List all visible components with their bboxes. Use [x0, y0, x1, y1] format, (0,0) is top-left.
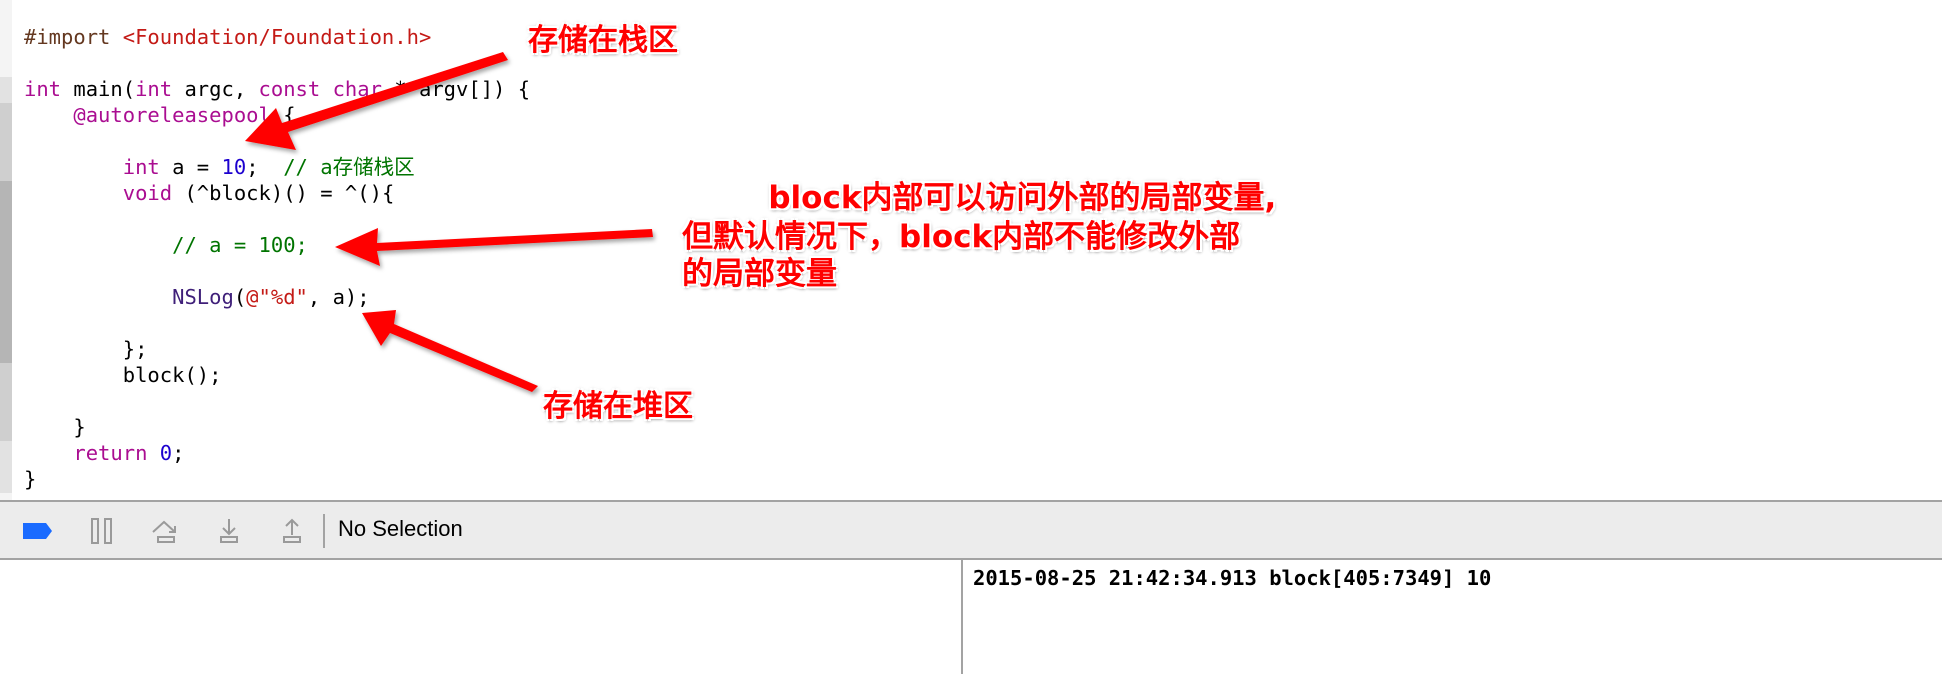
- code-token: void: [122, 181, 173, 205]
- debug-bar: No Selection: [0, 500, 1942, 560]
- code-token: ;: [172, 441, 185, 465]
- code-line[interactable]: }: [24, 466, 530, 492]
- code-token: (: [233, 285, 247, 309]
- code-token: 0: [159, 441, 173, 465]
- code-line[interactable]: [24, 310, 530, 336]
- step-over-button[interactable]: [149, 514, 183, 548]
- scope-gutter: [0, 0, 12, 500]
- heap-label: 存储在堆区: [543, 389, 693, 424]
- code-token: main(: [61, 77, 136, 101]
- code-token: NSLog: [172, 285, 234, 309]
- selection-label: No Selection: [338, 516, 463, 541]
- code-token: block();: [24, 363, 222, 387]
- code-token: // a = 100;: [172, 233, 308, 257]
- code-line[interactable]: [24, 50, 530, 76]
- pause-icon: [91, 518, 112, 544]
- code-token: (^block)() = ^(){: [172, 181, 395, 205]
- code-token: char: [332, 77, 382, 101]
- breakpoint-toggle-icon: [23, 523, 52, 539]
- code-token: a =: [159, 155, 222, 179]
- code-token: // a存储栈区: [283, 155, 415, 179]
- step-out-icon: [283, 518, 301, 543]
- variables-view[interactable]: [0, 560, 961, 674]
- code-token: @autoreleasepool: [73, 103, 271, 127]
- code-line[interactable]: }: [24, 414, 530, 440]
- console-line: 2015-08-25 21:42:34.913 block[405:7349] …: [973, 566, 1492, 590]
- code-token: {: [270, 103, 296, 127]
- code-line[interactable]: return 0;: [24, 440, 530, 466]
- code-line[interactable]: block();: [24, 362, 530, 388]
- note-line-1: block内部可以访问外部的局部变量,: [682, 180, 1277, 216]
- code-token: <Foundation/Foundation.h>: [122, 25, 432, 49]
- step-over-icon: [152, 520, 176, 543]
- step-into-icon: [220, 519, 238, 543]
- toolbar-divider: [323, 514, 325, 548]
- code-token: #import: [24, 25, 123, 49]
- code-line[interactable]: [24, 206, 530, 232]
- code-editor[interactable]: #import <Foundation/Foundation.h> int ma…: [0, 0, 1942, 500]
- console-output[interactable]: 2015-08-25 21:42:34.913 block[405:7349] …: [963, 560, 1942, 674]
- code-token: const: [258, 77, 321, 101]
- breakpoints-toggle-button[interactable]: [21, 514, 55, 548]
- code-line[interactable]: };: [24, 336, 530, 362]
- step-out-button[interactable]: [275, 514, 309, 548]
- code-token: int: [122, 155, 160, 179]
- pause-button[interactable]: [85, 514, 119, 548]
- step-into-button[interactable]: [212, 514, 246, 548]
- code-line[interactable]: [24, 388, 530, 414]
- code-token: * argv[]) {: [381, 77, 531, 101]
- code-line[interactable]: @autoreleasepool {: [24, 102, 530, 128]
- code-token: , a);: [307, 285, 370, 309]
- stack-label: 存储在栈区: [528, 23, 678, 58]
- code-line[interactable]: int main(int argc, const char * argv[]) …: [24, 76, 530, 102]
- code-token: argc,: [172, 77, 259, 101]
- note-line-2: 但默认情况下，block内部不能修改外部: [682, 219, 1241, 255]
- code-token: return: [73, 441, 148, 465]
- code-line[interactable]: // a = 100;: [24, 232, 530, 258]
- code-token: @"%d": [246, 285, 308, 309]
- note-line-3: 的局部变量: [682, 256, 837, 292]
- code-line[interactable]: NSLog(@"%d", a);: [24, 284, 530, 310]
- code-token: 10: [221, 155, 247, 179]
- code-token: int: [135, 77, 173, 101]
- code-line[interactable]: [24, 128, 530, 154]
- code-token: }: [24, 467, 37, 491]
- code-token: };: [24, 337, 148, 361]
- code-line[interactable]: void (^block)() = ^(){: [24, 180, 530, 206]
- code-line[interactable]: [24, 258, 530, 284]
- code-token: int: [24, 77, 62, 101]
- code-line[interactable]: #import <Foundation/Foundation.h>: [24, 24, 530, 50]
- code-line[interactable]: int a = 10; // a存储栈区: [24, 154, 530, 180]
- code-token: }: [24, 415, 86, 439]
- code-token: ;: [246, 155, 284, 179]
- source-code[interactable]: #import <Foundation/Foundation.h> int ma…: [24, 24, 530, 492]
